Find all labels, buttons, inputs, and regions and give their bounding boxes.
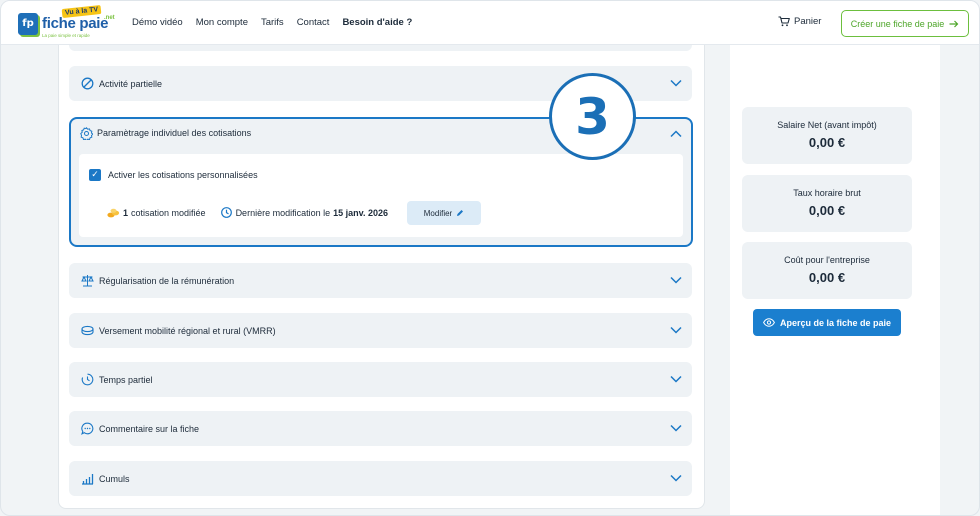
section-vmrr[interactable]: Versement mobilité régional et rural (VM… [69, 313, 692, 348]
nav-mon-compte[interactable]: Mon compte [196, 17, 248, 28]
section-title: Paramètrage individuel des cotisations [97, 128, 252, 138]
cart-icon [778, 16, 790, 27]
top-header: fp Vu à la TV fiche paie .net La paie si… [1, 1, 979, 45]
section-title: Commentaire sur la fiche [99, 423, 200, 434]
stat-value: 0,00 € [808, 270, 846, 285]
eye-icon [762, 318, 775, 327]
chevron-down-icon[interactable] [670, 375, 682, 383]
nav-demo-video[interactable]: Démo vidéo [132, 17, 183, 28]
nav-tarifs[interactable]: Tarifs [261, 17, 284, 28]
chevron-up-icon[interactable] [670, 130, 682, 138]
coin-icon [81, 324, 94, 337]
last-modification-label: Dernière modification le [235, 207, 331, 218]
cart-label: Panier [794, 16, 822, 27]
gauge-icon [81, 77, 94, 90]
section-body: ✓ Activer les cotisations personnalisées… [79, 154, 683, 237]
stat-value: 0,00 € [808, 203, 846, 218]
timer-icon [81, 373, 94, 386]
section-title: Régularisation de la rémunération [99, 275, 235, 286]
arrow-right-icon [949, 20, 959, 28]
custom-contributions-checkbox[interactable]: ✓ [89, 169, 101, 181]
chevron-down-icon[interactable] [670, 474, 682, 482]
clock-icon [220, 207, 232, 218]
main-nav: Démo vidéo Mon compte Tarifs Contact Bes… [132, 17, 412, 28]
chevron-down-icon[interactable] [670, 79, 682, 87]
cart-link[interactable]: Panier [778, 16, 821, 27]
previous-section-stub [69, 45, 692, 51]
logo-mark-icon: fp [18, 13, 38, 35]
chevron-down-icon[interactable] [670, 424, 682, 432]
create-payslip-label: Créer une fiche de paie [850, 18, 945, 29]
bar-chart-icon [81, 472, 94, 485]
stat-label: Salaire Net (avant impôt) [777, 120, 877, 130]
coins-icon [107, 208, 120, 218]
modify-button[interactable]: Modifier [407, 201, 481, 225]
section-cumuls[interactable]: Cumuls [69, 461, 692, 496]
site-logo[interactable]: fp Vu à la TV fiche paie .net La paie si… [18, 4, 115, 39]
logo-text: fiche paie [42, 15, 109, 32]
preview-label: Aperçu de la fiche de paie [779, 317, 892, 328]
app-frame: fp Vu à la TV fiche paie .net La paie si… [0, 0, 980, 516]
chevron-down-icon[interactable] [670, 326, 682, 334]
nav-contact[interactable]: Contact [297, 17, 330, 28]
section-commentaire[interactable]: Commentaire sur la fiche [69, 411, 692, 446]
step-marker: 3 [549, 73, 636, 160]
stat-taux-horaire: Taux horaire brut 0,00 € [742, 175, 912, 232]
stat-salaire-net: Salaire Net (avant impôt) 0,00 € [742, 107, 912, 164]
nav-besoin-aide[interactable]: Besoin d'aide ? [342, 17, 412, 28]
modification-info: 1 cotisation modifiée Dernière modificat… [107, 207, 388, 218]
last-modification-date: 15 janv. 2026 [333, 207, 388, 218]
stat-label: Taux horaire brut [793, 188, 861, 198]
modify-label: Modifier [423, 208, 453, 218]
modified-count: 1 [123, 207, 129, 218]
stat-value: 0,00 € [808, 135, 846, 150]
comment-icon [81, 422, 94, 435]
stat-label: Coût pour l'entreprise [784, 255, 870, 265]
create-payslip-button[interactable]: Créer une fiche de paie [841, 10, 969, 37]
checkbox-label: Activer les cotisations personnalisées [108, 170, 258, 180]
stat-cout-entreprise: Coût pour l'entreprise 0,00 € [742, 242, 912, 299]
pencil-icon [456, 209, 464, 217]
section-regularisation[interactable]: Régularisation de la rémunération [69, 263, 692, 298]
balance-scale-icon [81, 274, 94, 287]
modified-count-label: cotisation modifiée [131, 207, 206, 218]
section-title: Temps partiel [99, 374, 153, 385]
settings-icon [80, 127, 93, 140]
section-temps-partiel[interactable]: Temps partiel [69, 362, 692, 397]
preview-payslip-button[interactable]: Aperçu de la fiche de paie [753, 309, 901, 336]
section-title: Activité partielle [99, 78, 163, 89]
logo-suffix: .net [104, 15, 115, 21]
section-title: Cumuls [99, 473, 130, 484]
logo-tagline: La paie simple et rapide [42, 33, 90, 38]
chevron-down-icon[interactable] [670, 276, 682, 284]
section-title: Versement mobilité régional et rural (VM… [99, 325, 276, 336]
